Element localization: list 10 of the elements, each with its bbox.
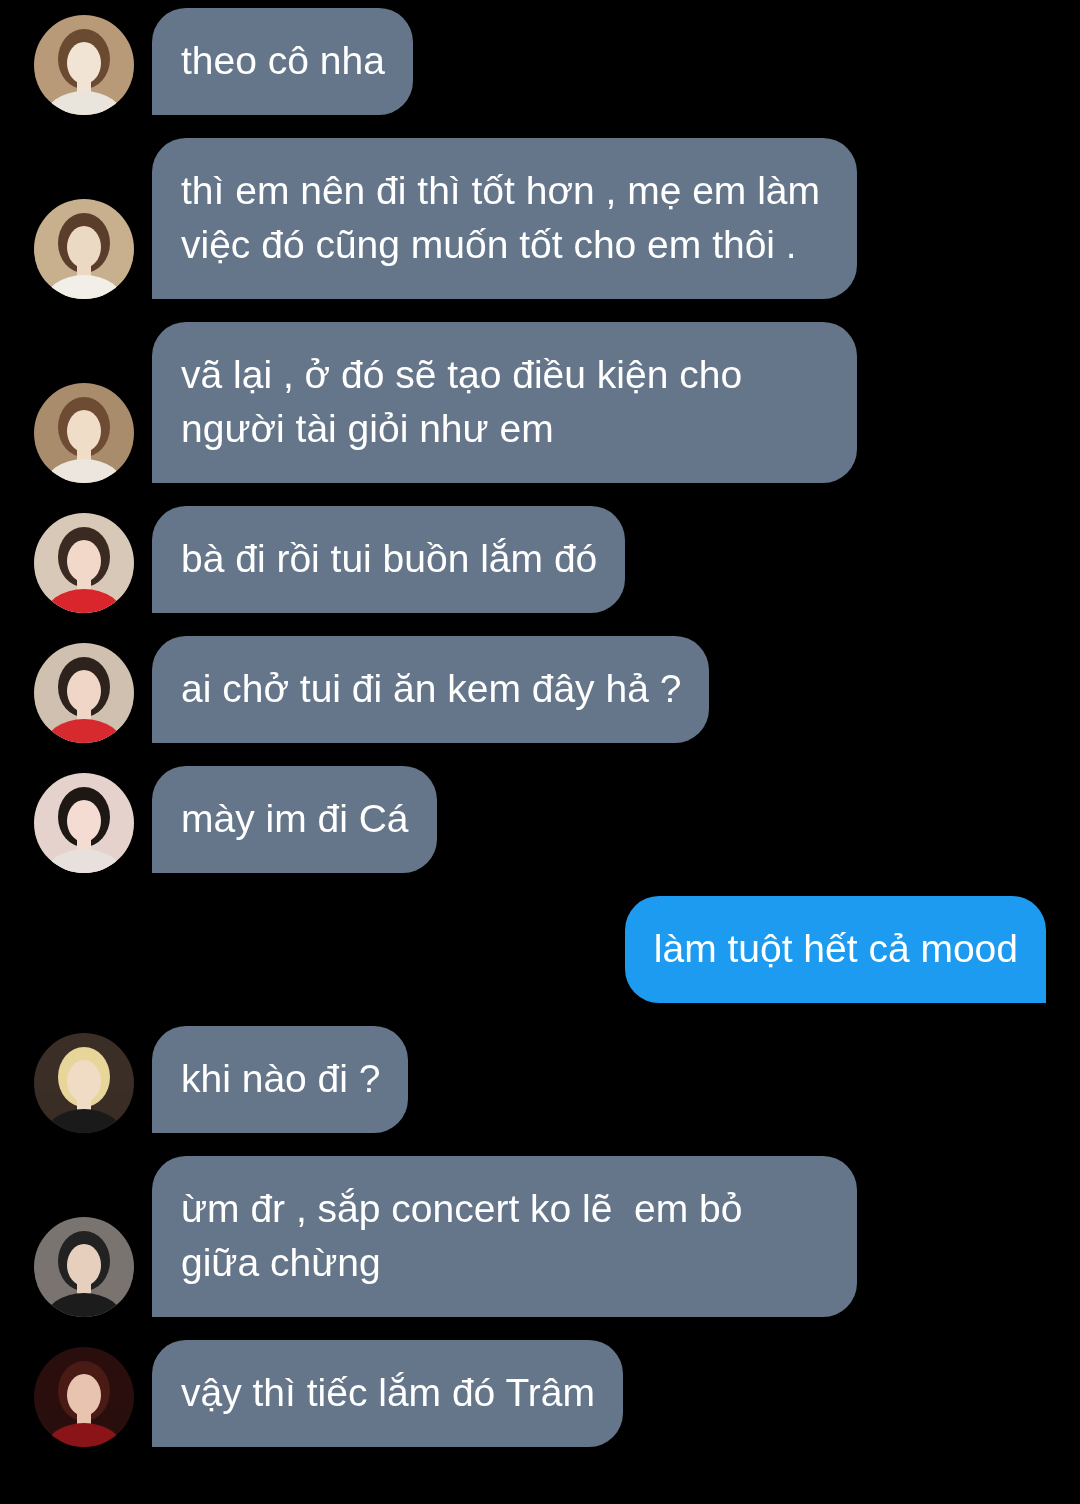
message-bubble: mày im đi Cá <box>152 766 437 873</box>
message-bubble: theo cô nha <box>152 8 413 115</box>
message-bubble: thì em nên đi thì tốt hơn , mẹ em làm việc đó cũng muốn tốt cho em thôi . <box>152 138 857 299</box>
message-bubble: ai chở tui đi ăn kem đây hả ? <box>152 636 710 743</box>
message-bubble: bà đi rồi tui buồn lắm đó <box>152 506 626 613</box>
message-bubble: vã lại , ở đó sẽ tạo điều kiện cho người tài giỏi như em <box>152 322 857 483</box>
message-bubble: vậy thì tiếc lắm đó Trâm <box>152 1340 623 1447</box>
message-bubble: khi nào đi ? <box>152 1026 409 1133</box>
message-bubble: ừm đr , sắp concert ko lẽ em bỏ giữa chừng <box>152 1156 857 1317</box>
message-bubble: làm tuột hết cả mood <box>624 896 1046 1003</box>
